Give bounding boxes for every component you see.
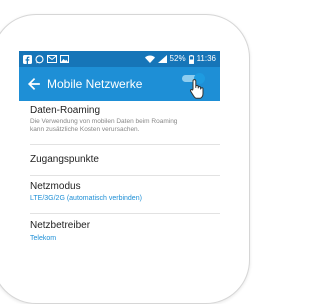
hand-pointer-icon: [189, 79, 204, 99]
clock: 11:36: [196, 54, 216, 63]
mail-icon: [47, 55, 57, 63]
network-mode-title: Netzmodus: [30, 181, 81, 192]
setting-access-points[interactable]: Zugangspunkte: [19, 145, 220, 175]
wifi-icon: [144, 55, 155, 63]
data-roaming-description: Die Verwendung von mobilen Daten beim Ro…: [30, 118, 178, 133]
network-operator-value: Telekom: [30, 235, 57, 242]
signal-icon: [157, 55, 167, 63]
arrow-left-icon[interactable]: [27, 76, 41, 92]
whatsapp-icon: [35, 54, 44, 63]
setting-network-mode[interactable]: Netzmodus LTE/3G/2G (automatisch verbind…: [19, 176, 220, 212]
system-status: 52% 11:36: [144, 53, 216, 65]
battery-percent: 52%: [169, 54, 186, 63]
network-operator-title: Netzbetreiber: [30, 220, 91, 231]
image-icon: [60, 55, 69, 63]
facebook-icon: [23, 54, 32, 64]
data-roaming-title: Daten-Roaming: [30, 105, 101, 116]
setting-network-operator[interactable]: Netzbetreiber Telekom: [19, 214, 220, 254]
setting-data-roaming[interactable]: Daten-Roaming Die Verwendung von mobilen…: [19, 101, 220, 143]
battery-icon: [188, 54, 194, 64]
network-mode-value: LTE/3G/2G (automatisch verbinden): [30, 195, 142, 202]
access-points-title: Zugangspunkte: [30, 154, 99, 165]
status-bar: 52% 11:36: [19, 51, 220, 67]
page-title: Mobile Netzwerke: [47, 77, 143, 91]
notification-icons: [23, 54, 69, 64]
